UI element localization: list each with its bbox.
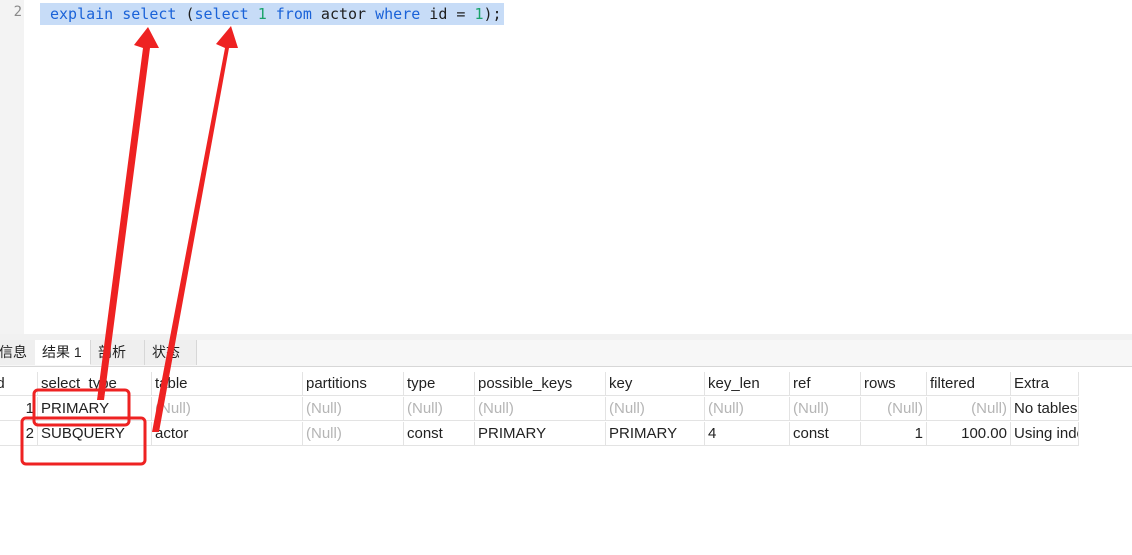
tab-3[interactable]: 状态: [145, 340, 197, 365]
selected-code-line[interactable]: explain select (select 1 from actor wher…: [40, 3, 504, 25]
column-header-ref[interactable]: ref: [790, 372, 861, 396]
column-header-type[interactable]: type: [404, 372, 475, 396]
cell-rows[interactable]: 1: [861, 422, 927, 446]
code-token: actor: [311, 5, 376, 23]
column-header-rows[interactable]: rows: [861, 372, 927, 396]
column-header-id[interactable]: id: [0, 372, 38, 396]
column-header-possible_keys[interactable]: possible_keys: [475, 372, 606, 396]
tab-1[interactable]: 结果 1: [35, 340, 91, 365]
column-header-table[interactable]: table: [152, 372, 303, 396]
code-token: from: [275, 5, 312, 23]
table-row[interactable]: 2 SUBQUERY actor (Null) const PRIMARY PRIMARY 4…: [0, 422, 1132, 447]
cell-key[interactable]: (Null): [606, 397, 705, 421]
cell-partitions[interactable]: (Null): [303, 422, 404, 446]
code-token: 1: [257, 5, 267, 23]
cell-table[interactable]: (Null): [152, 397, 303, 421]
column-header-partitions[interactable]: partitions: [303, 372, 404, 396]
column-header-Extra[interactable]: Extra: [1011, 372, 1079, 396]
cell-possible_keys[interactable]: (Null): [475, 397, 606, 421]
column-header-key_len[interactable]: key_len: [705, 372, 790, 396]
code-token: select: [122, 5, 177, 23]
sql-editor[interactable]: 2 explain select (select 1 from actor wh…: [0, 0, 1132, 334]
cell-key_len[interactable]: (Null): [705, 397, 790, 421]
cell-id[interactable]: 2: [0, 422, 38, 446]
cell-select_type[interactable]: SUBQUERY: [38, 422, 152, 446]
tab-2[interactable]: 剖析: [91, 340, 145, 365]
cell-partitions[interactable]: (Null): [303, 397, 404, 421]
cell-Extra[interactable]: No tables used: [1011, 397, 1079, 421]
cell-key_len[interactable]: 4: [705, 422, 790, 446]
cell-select_type[interactable]: PRIMARY: [38, 397, 152, 421]
code-token: where: [375, 5, 421, 23]
table-row[interactable]: 1 PRIMARY (Null) (Null) (Null) (Null) (Null) (N…: [0, 397, 1132, 422]
cell-type[interactable]: (Null): [404, 397, 475, 421]
cell-id[interactable]: 1: [0, 397, 38, 421]
code-token: 1: [474, 5, 484, 23]
cell-ref[interactable]: (Null): [790, 397, 861, 421]
cell-ref[interactable]: const: [790, 422, 861, 446]
cell-key[interactable]: PRIMARY: [606, 422, 705, 446]
code-token: );: [483, 5, 502, 23]
cell-filtered[interactable]: 100.00: [927, 422, 1011, 446]
cell-rows[interactable]: (Null): [861, 397, 927, 421]
cell-table[interactable]: actor: [152, 422, 303, 446]
cell-filtered[interactable]: (Null): [927, 397, 1011, 421]
column-header-key[interactable]: key: [606, 372, 705, 396]
cell-Extra[interactable]: Using index: [1011, 422, 1079, 446]
line-number: 2: [13, 4, 22, 20]
line-gutter: 2: [0, 0, 24, 334]
code-token: select: [194, 5, 249, 23]
code-token: explain: [50, 5, 114, 23]
column-header-select_type[interactable]: select_type: [38, 372, 152, 396]
code-token: id =: [420, 5, 475, 23]
cell-possible_keys[interactable]: PRIMARY: [475, 422, 606, 446]
header-row: idselect_typetablepartitionstypepossible…: [0, 372, 1132, 397]
cell-type[interactable]: const: [404, 422, 475, 446]
column-header-filtered[interactable]: filtered: [927, 372, 1011, 396]
code-token: (: [176, 5, 195, 23]
result-tabbar: 信息 结果 1 剖析 状态: [0, 340, 1132, 367]
tab-0[interactable]: 信息: [0, 340, 36, 365]
